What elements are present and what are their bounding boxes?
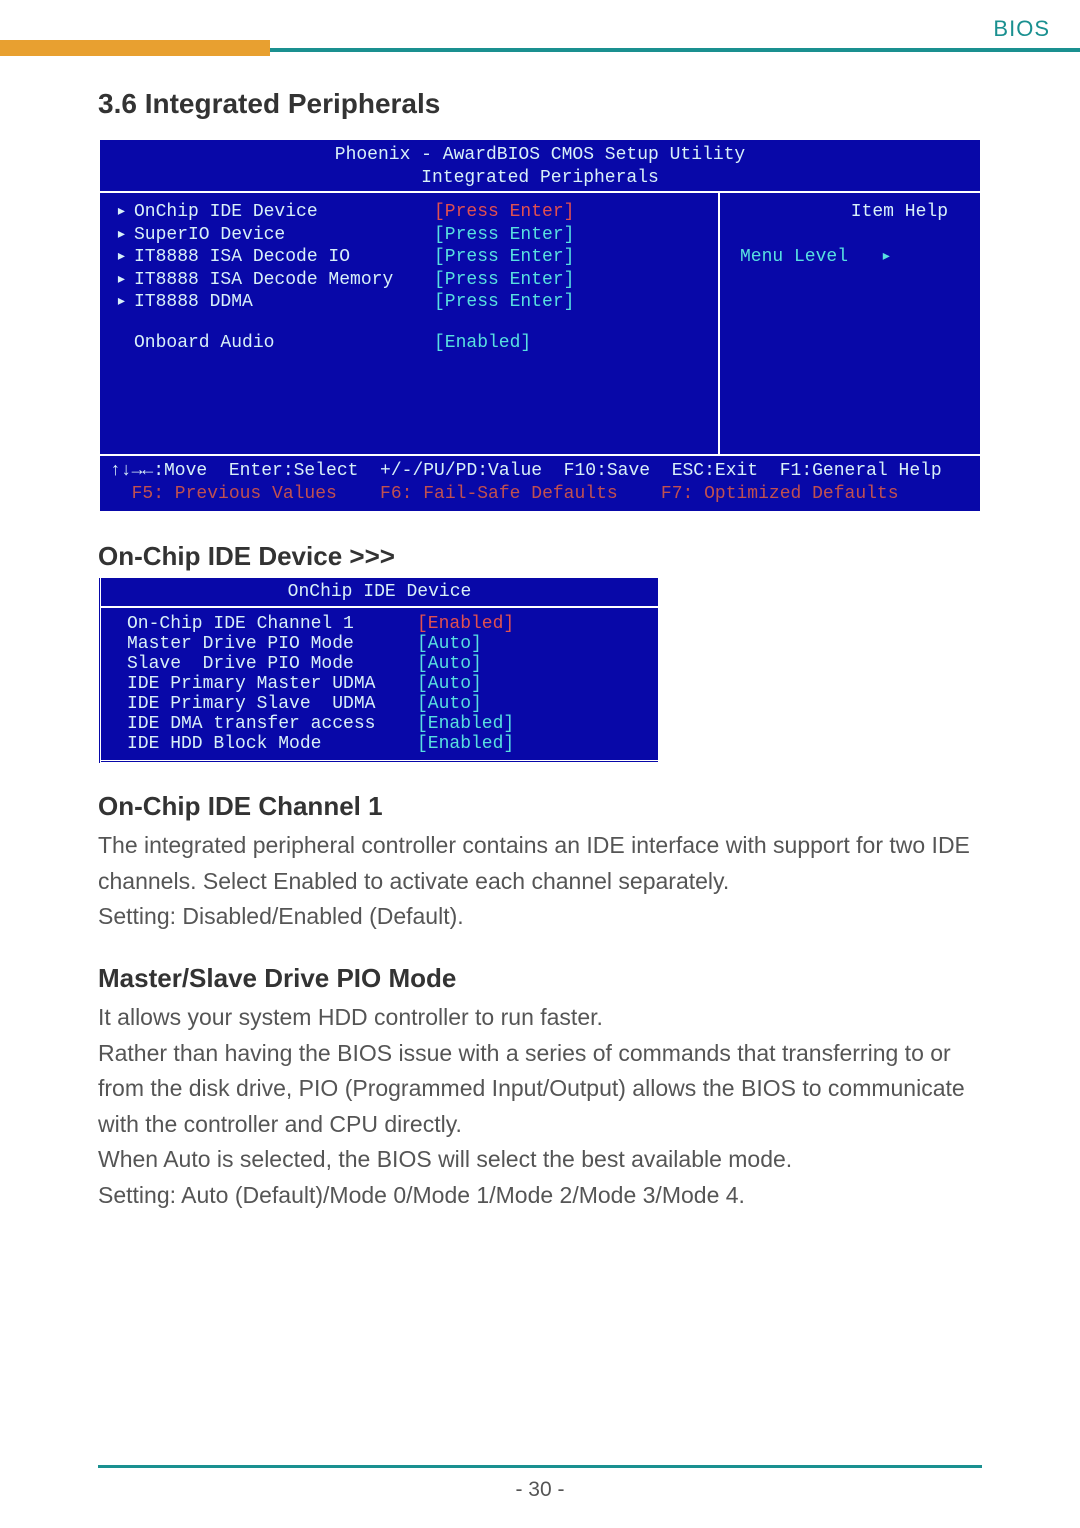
bios-menu-item-label: IT8888 ISA Decode Memory: [134, 269, 434, 292]
bios-onboard-audio-row[interactable]: Onboard Audio [Enabled]: [116, 332, 706, 355]
onboard-audio-value: [Enabled]: [434, 332, 531, 355]
bios-sub-item[interactable]: IDE Primary Master UDMA[Auto]: [127, 674, 648, 694]
bios-sub-item-value: [Enabled]: [417, 734, 514, 754]
submenu-arrow-icon: ▸: [116, 246, 134, 269]
onchip-ide-ch1-heading: On-Chip IDE Channel 1: [98, 791, 982, 822]
bios-sub-item-label: IDE Primary Slave UDMA: [127, 694, 417, 714]
bios-menu-item-value: [Press Enter]: [434, 269, 574, 292]
bios-sub-item-value: [Enabled]: [417, 714, 514, 734]
bios-menu-item-label: IT8888 DDMA: [134, 291, 434, 314]
menu-level-label: Menu Level: [740, 247, 848, 267]
bios-menu-item[interactable]: ▸IT8888 ISA Decode Memory[Press Enter]: [116, 269, 706, 292]
bios-menu-item-value: [Press Enter]: [434, 246, 574, 269]
pio-p2: Rather than having the BIOS issue with a…: [98, 1036, 982, 1143]
bios-sub-body: On-Chip IDE Channel 1[Enabled]Master Dri…: [101, 608, 658, 763]
bios-menu-item[interactable]: ▸OnChip IDE Device[Press Enter]: [116, 201, 706, 224]
bios-sub-item[interactable]: On-Chip IDE Channel 1[Enabled]: [127, 614, 648, 634]
menu-level-arrow-icon: ▸: [881, 246, 892, 269]
page-header: BIOS: [0, 0, 1080, 56]
bios-sub-item-label: IDE HDD Block Mode: [127, 734, 417, 754]
bios-main-title: Phoenix - AwardBIOS CMOS Setup Utility I…: [100, 140, 980, 191]
pio-p3: When Auto is selected, the BIOS will sel…: [98, 1142, 982, 1178]
bios-menu-item-label: IT8888 ISA Decode IO: [134, 246, 434, 269]
bios-menu-item-label: SuperIO Device: [134, 224, 434, 247]
bios-sub-item-label: IDE DMA transfer access: [127, 714, 417, 734]
bios-menu-item-value: [Press Enter]: [434, 291, 574, 314]
header-accent-orange: [0, 40, 270, 56]
bios-sub-item-label: Master Drive PIO Mode: [127, 634, 417, 654]
section-3-6-title: 3.6 Integrated Peripherals: [98, 88, 982, 120]
bios-title-l2: Integrated Peripherals: [421, 168, 659, 188]
bios-main-footer: ↑↓→←:Move Enter:Select +/-/PU/PD:Value F…: [100, 456, 980, 511]
bios-sub-item-value: [Enabled]: [417, 614, 514, 634]
submenu-arrow-icon: ▸: [116, 269, 134, 292]
bios-sub-item[interactable]: Slave Drive PIO Mode[Auto]: [127, 654, 648, 674]
pio-p1: It allows your system HDD controller to …: [98, 1000, 982, 1036]
bios-sub-item-label: Slave Drive PIO Mode: [127, 654, 417, 674]
submenu-arrow-icon: ▸: [116, 201, 134, 224]
bios-main-body: ▸OnChip IDE Device[Press Enter]▸SuperIO …: [100, 191, 980, 456]
bios-sub-item[interactable]: Master Drive PIO Mode[Auto]: [127, 634, 648, 654]
menu-level-row: Menu Level ▸: [732, 246, 968, 269]
bios-onchip-ide-subscreen: OnChip IDE Device On-Chip IDE Channel 1[…: [98, 578, 658, 763]
submenu-arrow-icon: ▸: [116, 291, 134, 314]
bios-sub-item-value: [Auto]: [417, 694, 482, 714]
pio-p4: Setting: Auto (Default)/Mode 0/Mode 1/Mo…: [98, 1178, 982, 1214]
onboard-audio-label: Onboard Audio: [134, 332, 434, 355]
onchip-ide-ch1-p1: The integrated peripheral controller con…: [98, 828, 982, 899]
bios-sub-item[interactable]: IDE HDD Block Mode[Enabled]: [127, 734, 648, 754]
pio-heading: Master/Slave Drive PIO Mode: [98, 963, 982, 994]
bios-footer-l2: F5: Previous Values F6: Fail-Safe Defaul…: [110, 484, 899, 504]
bios-sub-item-label: IDE Primary Master UDMA: [127, 674, 417, 694]
bios-menu-item-value: [Press Enter]: [434, 201, 574, 224]
bios-main-help-pane: Item Help Menu Level ▸: [720, 193, 980, 454]
submenu-arrow-icon: ▸: [116, 224, 134, 247]
bios-menu-item[interactable]: ▸IT8888 ISA Decode IO[Press Enter]: [116, 246, 706, 269]
page-number: - 30 -: [515, 1478, 564, 1501]
bios-sub-item-value: [Auto]: [417, 634, 482, 654]
page-footer: - 30 -: [98, 1465, 982, 1502]
page-content: 3.6 Integrated Peripherals Phoenix - Awa…: [0, 56, 1080, 1214]
bios-sub-title: OnChip IDE Device: [101, 578, 658, 608]
bios-menu-item-label: OnChip IDE Device: [134, 201, 434, 224]
bios-menu-item[interactable]: ▸IT8888 DDMA[Press Enter]: [116, 291, 706, 314]
header-section-label: BIOS: [993, 16, 1050, 42]
header-accent-teal: [270, 48, 1080, 52]
bios-sub-item-value: [Auto]: [417, 654, 482, 674]
onchip-ide-device-heading: On-Chip IDE Device >>>: [98, 541, 982, 572]
item-help-label: Item Help: [732, 201, 968, 224]
bios-sub-item[interactable]: IDE DMA transfer access[Enabled]: [127, 714, 648, 734]
blank-arrow: [116, 332, 134, 355]
bios-menu-item[interactable]: ▸SuperIO Device[Press Enter]: [116, 224, 706, 247]
bios-menu-item-value: [Press Enter]: [434, 224, 574, 247]
bios-main-left-pane: ▸OnChip IDE Device[Press Enter]▸SuperIO …: [100, 193, 720, 454]
bios-sub-item[interactable]: IDE Primary Slave UDMA[Auto]: [127, 694, 648, 714]
onchip-ide-ch1-p2: Setting: Disabled/Enabled (Default).: [98, 899, 982, 935]
bios-sub-item-value: [Auto]: [417, 674, 482, 694]
bios-footer-l1: ↑↓→←:Move Enter:Select +/-/PU/PD:Value F…: [110, 461, 942, 481]
bios-main-screen: Phoenix - AwardBIOS CMOS Setup Utility I…: [98, 138, 982, 513]
bios-title-l1: Phoenix - AwardBIOS CMOS Setup Utility: [335, 145, 745, 165]
bios-sub-item-label: On-Chip IDE Channel 1: [127, 614, 417, 634]
